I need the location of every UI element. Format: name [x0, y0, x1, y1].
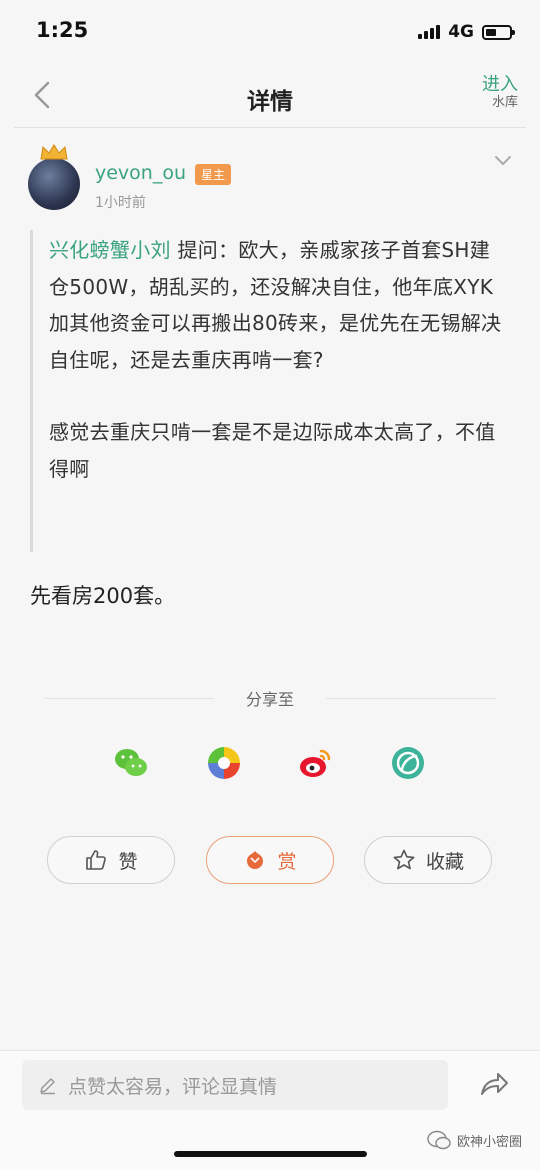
like-button[interactable]: 赞	[47, 836, 175, 884]
reward-icon	[247, 851, 264, 869]
moments-icon[interactable]	[206, 745, 242, 781]
comment-placeholder: 点赞太容易，评论显真情	[68, 1075, 278, 1098]
avatar[interactable]	[28, 158, 80, 210]
favorite-button[interactable]: 收藏	[364, 836, 492, 884]
qzone-icon[interactable]	[390, 745, 426, 781]
question-quote: 兴化螃蟹小刘 提问：欧大，亲戚家孩子首套SH建仓500W，胡乱买的，还没解决自住…	[49, 232, 509, 488]
question-followup: 感觉去重庆只啃一套是不是边际成本太高了，不值得啊	[49, 420, 496, 481]
chevron-down-icon[interactable]	[494, 154, 512, 168]
favorite-label: 收藏	[425, 850, 464, 873]
pencil-icon	[40, 1078, 55, 1095]
wechat-icon[interactable]	[113, 745, 149, 781]
enter-group-button[interactable]: 进入 水库	[482, 74, 518, 111]
quote-bar	[30, 230, 33, 552]
star-icon	[393, 849, 415, 870]
nav-divider	[14, 127, 526, 128]
page-title: 详情	[247, 89, 293, 115]
reward-button[interactable]: 赏	[206, 836, 334, 884]
like-label: 赞	[118, 850, 138, 873]
post-time: 1小时前	[95, 195, 146, 211]
watermark: 欧神小密圈	[427, 1130, 522, 1150]
share-arrow-icon[interactable]	[478, 1070, 510, 1100]
status-indicators: 4G	[418, 22, 515, 42]
owner-badge: 星主	[195, 164, 232, 185]
thumbs-up-icon	[86, 850, 107, 870]
signal-icon	[418, 25, 441, 39]
crown-icon	[40, 144, 68, 160]
weibo-icon[interactable]	[298, 745, 334, 781]
comment-input[interactable]: 点赞太容易，评论显真情	[22, 1060, 448, 1110]
network-label: 4G	[448, 22, 474, 42]
enter-label: 进入	[482, 74, 518, 95]
reward-label: 赏	[277, 850, 297, 873]
answer-text: 先看房200套。	[30, 584, 176, 608]
group-name: 水库	[491, 94, 518, 110]
home-indicator[interactable]	[174, 1151, 367, 1157]
battery-icon	[482, 24, 515, 40]
status-time: 1:25	[36, 18, 89, 42]
divider	[326, 698, 496, 699]
question-user[interactable]: 兴化螃蟹小刘	[49, 238, 171, 262]
author-name[interactable]: yevon_ou	[95, 162, 186, 184]
wechat-icon	[427, 1130, 451, 1150]
watermark-text: 欧神小密圈	[456, 1134, 522, 1150]
